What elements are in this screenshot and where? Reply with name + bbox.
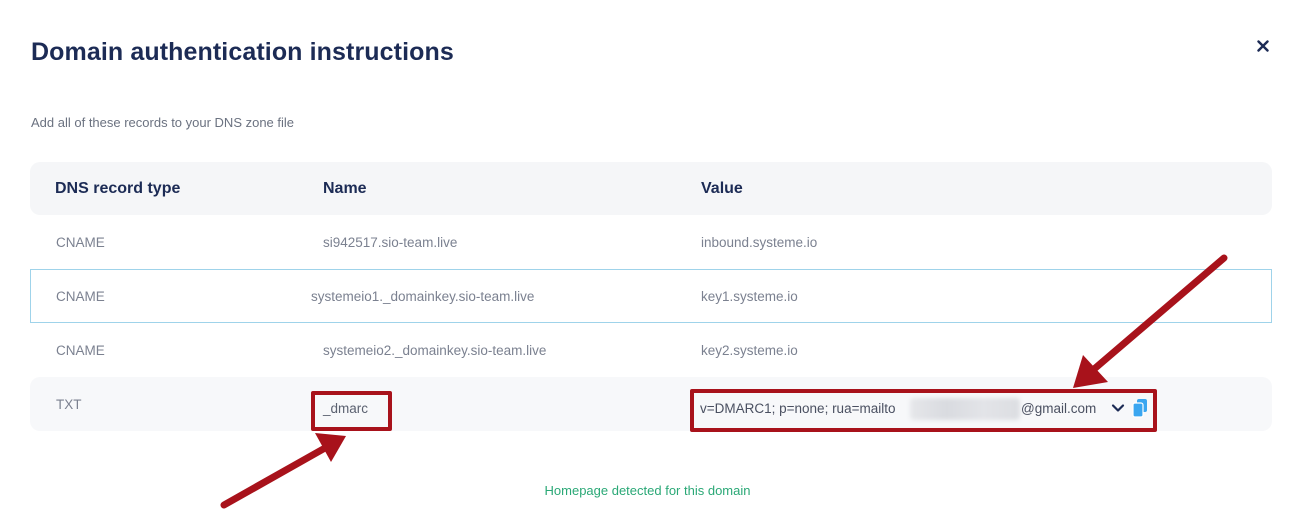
homepage-status: Homepage detected for this domain (544, 483, 751, 498)
arrow-to-value (1073, 254, 1228, 388)
annotation-arrows (220, 254, 1228, 509)
